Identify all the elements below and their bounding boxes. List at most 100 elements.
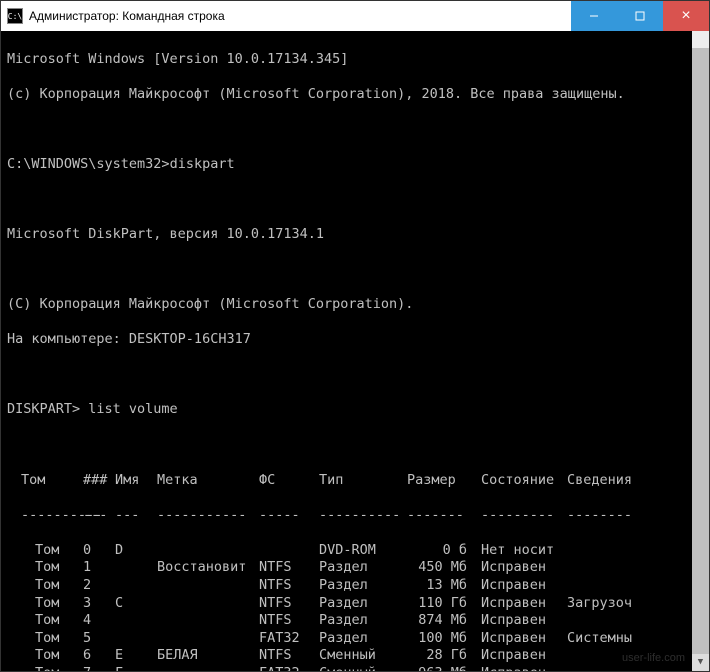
cell-info: [567, 665, 703, 671]
cell-info: Системны: [567, 630, 703, 648]
cell-type: Раздел: [319, 559, 407, 577]
col-fs: ФС: [259, 472, 319, 490]
close-button[interactable]: ×: [663, 1, 709, 31]
cell-volume: Том: [7, 612, 83, 630]
col-letter: Имя: [115, 472, 157, 490]
cell-label: [157, 612, 259, 630]
output-line: Microsoft Windows [Version 10.0.17134.34…: [7, 51, 703, 69]
scroll-down-arrow-icon[interactable]: ▼: [692, 654, 709, 671]
cell-info: [567, 577, 703, 595]
cell-num: 5: [83, 630, 115, 648]
col-status: Состояние: [481, 472, 567, 490]
table-header: Том ### Имя Метка ФС Тип Размер Состояни…: [7, 472, 703, 490]
cell-num: 0: [83, 542, 115, 560]
cell-type: Раздел: [319, 577, 407, 595]
cell-fs: FAT32: [259, 630, 319, 648]
col-size: Размер: [407, 472, 481, 490]
scroll-thumb[interactable]: [692, 48, 709, 654]
cell-fs: NTFS: [259, 647, 319, 665]
blank-line: [7, 121, 703, 139]
window-title: Администратор: Командная строка: [29, 9, 571, 23]
cell-size: 110 Гб: [407, 595, 481, 613]
blank-line: [7, 191, 703, 209]
col-volume: Том: [7, 472, 83, 490]
minimize-button[interactable]: [571, 1, 617, 31]
cell-num: 2: [83, 577, 115, 595]
cell-letter: C: [115, 595, 157, 613]
cell-label: [157, 665, 259, 671]
cell-status: Исправен: [481, 665, 567, 671]
cell-volume: Том: [7, 577, 83, 595]
cell-letter: D: [115, 542, 157, 560]
cell-info: [567, 542, 703, 560]
cell-status: Исправен: [481, 577, 567, 595]
table-row: Том0DDVD-ROM0 бНет носит: [7, 542, 703, 560]
cell-info: [567, 612, 703, 630]
prompt-line: C:\WINDOWS\system32>diskpart: [7, 156, 703, 174]
cell-label: [157, 542, 259, 560]
cell-label: [157, 577, 259, 595]
cell-num: 6: [83, 647, 115, 665]
close-icon: ×: [681, 7, 690, 25]
cell-type: Сменный: [319, 647, 407, 665]
titlebar[interactable]: C:\ Администратор: Командная строка ×: [1, 1, 709, 31]
col-type: Тип: [319, 472, 407, 490]
app-icon: C:\: [7, 8, 23, 24]
typed-command: diskpart: [170, 156, 235, 172]
cell-fs: NTFS: [259, 612, 319, 630]
cell-volume: Том: [7, 559, 83, 577]
maximize-button[interactable]: [617, 1, 663, 31]
blank-line: [7, 437, 703, 455]
output-line: Microsoft DiskPart, версия 10.0.17134.1: [7, 226, 703, 244]
minimize-icon: [589, 11, 599, 21]
prompt-line: DISKPART> list volume: [7, 401, 703, 419]
prompt-path: C:\WINDOWS\system32>: [7, 156, 170, 172]
table-row: Том6EБЕЛАЯNTFSСменный28 ГбИсправен: [7, 647, 703, 665]
cell-info: [567, 559, 703, 577]
cell-size: 450 Мб: [407, 559, 481, 577]
window-controls: ×: [571, 1, 709, 31]
output-line: (C) Корпорация Майкрософт (Microsoft Cor…: [7, 296, 703, 314]
typed-command: list volume: [88, 401, 177, 417]
cell-label: [157, 630, 259, 648]
cell-type: Сменный: [319, 665, 407, 671]
cell-type: Раздел: [319, 630, 407, 648]
cell-size: 13 Мб: [407, 577, 481, 595]
cell-letter: F: [115, 665, 157, 671]
cell-num: 7: [83, 665, 115, 671]
diskpart-prompt: DISKPART>: [7, 401, 88, 417]
cell-status: Нет носит: [481, 542, 567, 560]
cell-volume: Том: [7, 665, 83, 671]
table-row: Том2 NTFSРаздел13 МбИсправен: [7, 577, 703, 595]
scrollbar[interactable]: ▲ ▼: [692, 31, 709, 671]
cell-size: 28 Гб: [407, 647, 481, 665]
cell-volume: Том: [7, 647, 83, 665]
command-prompt-window: C:\ Администратор: Командная строка × Mi…: [0, 0, 710, 672]
cell-size: 100 Мб: [407, 630, 481, 648]
cell-status: Исправен: [481, 630, 567, 648]
blank-line: [7, 366, 703, 384]
cell-size: 874 Мб: [407, 612, 481, 630]
maximize-icon: [635, 11, 645, 21]
cell-status: Исправен: [481, 647, 567, 665]
table-row: Том7FFAT32Сменный963 МбИсправен: [7, 665, 703, 671]
cell-type: Раздел: [319, 595, 407, 613]
terminal-output[interactable]: Microsoft Windows [Version 10.0.17134.34…: [1, 31, 709, 671]
cell-type: DVD-ROM: [319, 542, 407, 560]
cell-letter: [115, 577, 157, 595]
output-line: На компьютере: DESKTOP-16CH317: [7, 331, 703, 349]
watermark: user-life.com: [622, 651, 685, 665]
col-info: Сведения: [567, 472, 703, 490]
cell-fs: FAT32: [259, 665, 319, 671]
table-row: Том4NTFSРаздел874 МбИсправен: [7, 612, 703, 630]
cell-num: 4: [83, 612, 115, 630]
cell-status: Исправен: [481, 612, 567, 630]
cell-volume: Том: [7, 630, 83, 648]
cell-status: Исправен: [481, 559, 567, 577]
cell-fs: NTFS: [259, 577, 319, 595]
blank-line: [7, 261, 703, 279]
cell-fs: NTFS: [259, 595, 319, 613]
cell-size: 0 б: [407, 542, 481, 560]
cell-num: 1: [83, 559, 115, 577]
cell-fs: NTFS: [259, 559, 319, 577]
